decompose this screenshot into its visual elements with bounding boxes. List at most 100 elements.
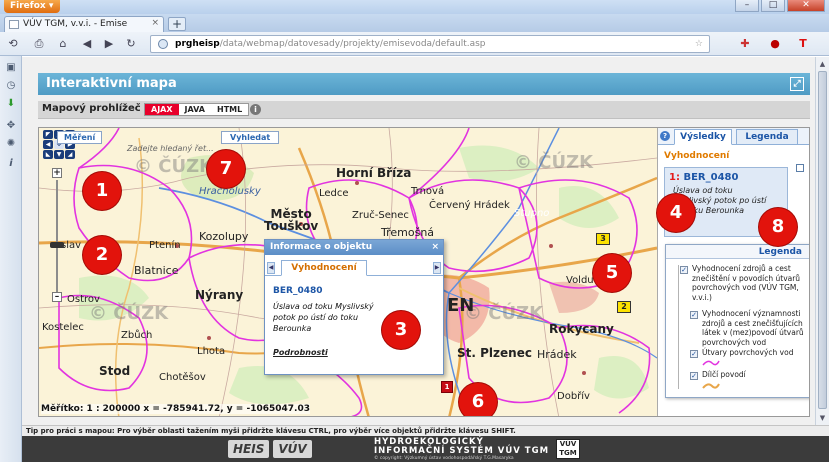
viewer-info-icon[interactable]: i: [250, 104, 261, 115]
callout-6: 6: [459, 383, 497, 416]
forward-icon[interactable]: ▶: [102, 37, 116, 51]
history-icon[interactable]: ◷: [5, 80, 17, 92]
minimize-icon[interactable]: –: [735, 0, 759, 12]
watermark: © ČÚZK: [134, 156, 214, 177]
sync-icon[interactable]: ⟲: [6, 37, 20, 51]
pan-se-icon[interactable]: ◢: [65, 150, 75, 159]
page-scrollbar[interactable]: ▲ ▼: [815, 57, 829, 425]
map-label: Červený Hrádek: [429, 200, 510, 211]
scroll-up-icon[interactable]: ▲: [818, 59, 827, 69]
map-label: Zruč-Senec: [352, 210, 409, 221]
map-label: Nýrany: [195, 288, 244, 302]
pan-s-icon[interactable]: ▼: [54, 150, 64, 159]
info-icon[interactable]: i: [5, 158, 17, 170]
text-tool-icon[interactable]: T: [796, 37, 810, 51]
tab-next-icon[interactable]: ▶: [433, 262, 441, 274]
sidebar-panel-icon[interactable]: ▣: [5, 62, 17, 74]
callout-7: 7: [207, 150, 245, 188]
legend-checkbox[interactable]: ✓: [690, 311, 698, 319]
result-code[interactable]: BER_0480: [683, 172, 738, 183]
legend-panel: Legenda ✓ Vyhodnocení zdrojů a cest zneč…: [665, 244, 809, 398]
subbasin-symbol-icon: [702, 383, 720, 389]
result-index: 1:: [669, 172, 680, 183]
zoom-slider[interactable]: + –: [50, 168, 64, 304]
close-tab-icon[interactable]: ×: [151, 17, 159, 30]
mode-switcher: AJAX JAVA HTML: [144, 103, 250, 116]
pan-nw-icon[interactable]: ◤: [43, 130, 53, 139]
firefox-menu-button[interactable]: Firefox ▾: [4, 0, 60, 13]
help-icon[interactable]: ?: [660, 131, 670, 141]
bookmark-star-icon[interactable]: ☆: [695, 36, 703, 52]
print-icon[interactable]: ⎙: [32, 37, 46, 51]
road-number-badge: 3: [596, 233, 610, 245]
map-canvas[interactable]: © ČÚZK © ČÚZK © ČÚZK © ČÚZK Horní Bříza …: [38, 127, 810, 417]
legend-title: Legenda: [666, 245, 809, 259]
tab-results[interactable]: Výsledky: [674, 129, 732, 145]
footer-title-line2: INFORMAČNÍ SYSTÉM VÚV TGM: [374, 446, 550, 456]
scrollbar-thumb[interactable]: [818, 71, 827, 409]
callout-2: 2: [83, 236, 121, 274]
map-label: Ledce: [319, 188, 349, 199]
puzzle-icon[interactable]: ✥: [5, 120, 17, 132]
tab-prev-icon[interactable]: ◀: [267, 262, 275, 274]
reload-icon[interactable]: ↻: [124, 37, 138, 51]
map-label: EN: [447, 295, 475, 316]
search-button[interactable]: Vyhledat: [221, 131, 280, 144]
new-tab-button[interactable]: +: [168, 17, 186, 31]
zoom-in-icon[interactable]: +: [52, 168, 62, 178]
legend-item-label: Dílčí povodí: [702, 370, 746, 379]
app-title-bar: Interaktivní mapa ⤢: [38, 73, 810, 95]
close-window-icon[interactable]: ✕: [787, 0, 825, 12]
pan-w-icon[interactable]: ◀: [43, 140, 53, 149]
navigation-toolbar: ⟲ ⎙ ⌂ ◀ ▶ ↻ prgheisp/data/webmap/datoves…: [0, 32, 829, 56]
viewer-label: Mapový prohlížeč: [42, 103, 141, 114]
vuv-logo-line1: VÚV: [559, 440, 577, 448]
address-bar[interactable]: prgheisp/data/webmap/datovesady/projekty…: [150, 35, 710, 53]
map-label: Ptenín: [149, 240, 181, 251]
settings-gear-icon[interactable]: ✺: [5, 138, 17, 150]
page-icon: [9, 20, 19, 29]
watermark: © ČÚZK: [89, 303, 169, 324]
legend-root-label: Vyhodnocení zdrojů a cest znečištění v p…: [692, 264, 801, 302]
expand-icon[interactable]: ⤢: [790, 77, 804, 91]
tab-evaluation[interactable]: Vyhodnocení: [281, 260, 367, 276]
tab-title: VÚV TGM, v.v.i. - Emise: [23, 19, 128, 29]
zoom-track[interactable]: [56, 180, 58, 292]
legend-tree-line: [678, 265, 679, 389]
zoom-out-icon[interactable]: –: [52, 292, 62, 302]
home-icon[interactable]: ⌂: [56, 37, 70, 51]
vuv-tgm-logo: VÚV TGM: [556, 439, 580, 459]
legend-item-label: Vyhodnocení významnosti zdrojů a cest zn…: [702, 309, 804, 347]
callout-8: 8: [759, 208, 797, 246]
result-marker[interactable]: 1: [441, 381, 453, 393]
map-label: Chotěšov: [159, 372, 206, 383]
download-icon[interactable]: ⬇: [5, 98, 17, 110]
pan-sw-icon[interactable]: ◣: [43, 150, 53, 159]
legend-root-checkbox[interactable]: ✓: [680, 266, 688, 274]
map-label: Kostelec: [42, 322, 84, 333]
back-icon[interactable]: ◀: [80, 37, 94, 51]
footer-title: HYDROEKOLOGICKÝ INFORMAČNÍ SYSTÉM VÚV TG…: [374, 438, 549, 456]
browser-tab[interactable]: VÚV TGM, v.v.i. - Emise ×: [4, 16, 164, 32]
legend-checkbox[interactable]: ✓: [690, 350, 698, 358]
scroll-down-icon[interactable]: ▼: [818, 413, 827, 423]
zoom-handle[interactable]: [50, 242, 64, 248]
tab-strip: VÚV TGM, v.v.i. - Emise × +: [0, 14, 829, 32]
map-label: Dobřív: [557, 391, 590, 402]
tab-legend[interactable]: Legenda: [736, 129, 798, 145]
map-label: Hrádek: [537, 348, 577, 361]
details-link[interactable]: Podrobnosti: [273, 348, 443, 357]
measure-button[interactable]: Měření: [57, 131, 103, 144]
window-controls: – □ ✕: [735, 0, 825, 12]
map-label: St. Plzenec: [457, 346, 532, 360]
maximize-icon[interactable]: □: [761, 0, 785, 12]
mode-java[interactable]: JAVA: [179, 104, 211, 115]
popup-close-icon[interactable]: ×: [431, 240, 439, 255]
legend-checkbox[interactable]: ✓: [690, 372, 698, 380]
mode-ajax[interactable]: AJAX: [145, 104, 179, 115]
collapse-icon[interactable]: [796, 164, 804, 172]
mode-html[interactable]: HTML: [211, 104, 248, 115]
app-title: Interaktivní mapa: [46, 76, 177, 91]
ladybug-icon[interactable]: ●: [768, 37, 782, 51]
addon-icon[interactable]: ✚: [738, 37, 752, 51]
